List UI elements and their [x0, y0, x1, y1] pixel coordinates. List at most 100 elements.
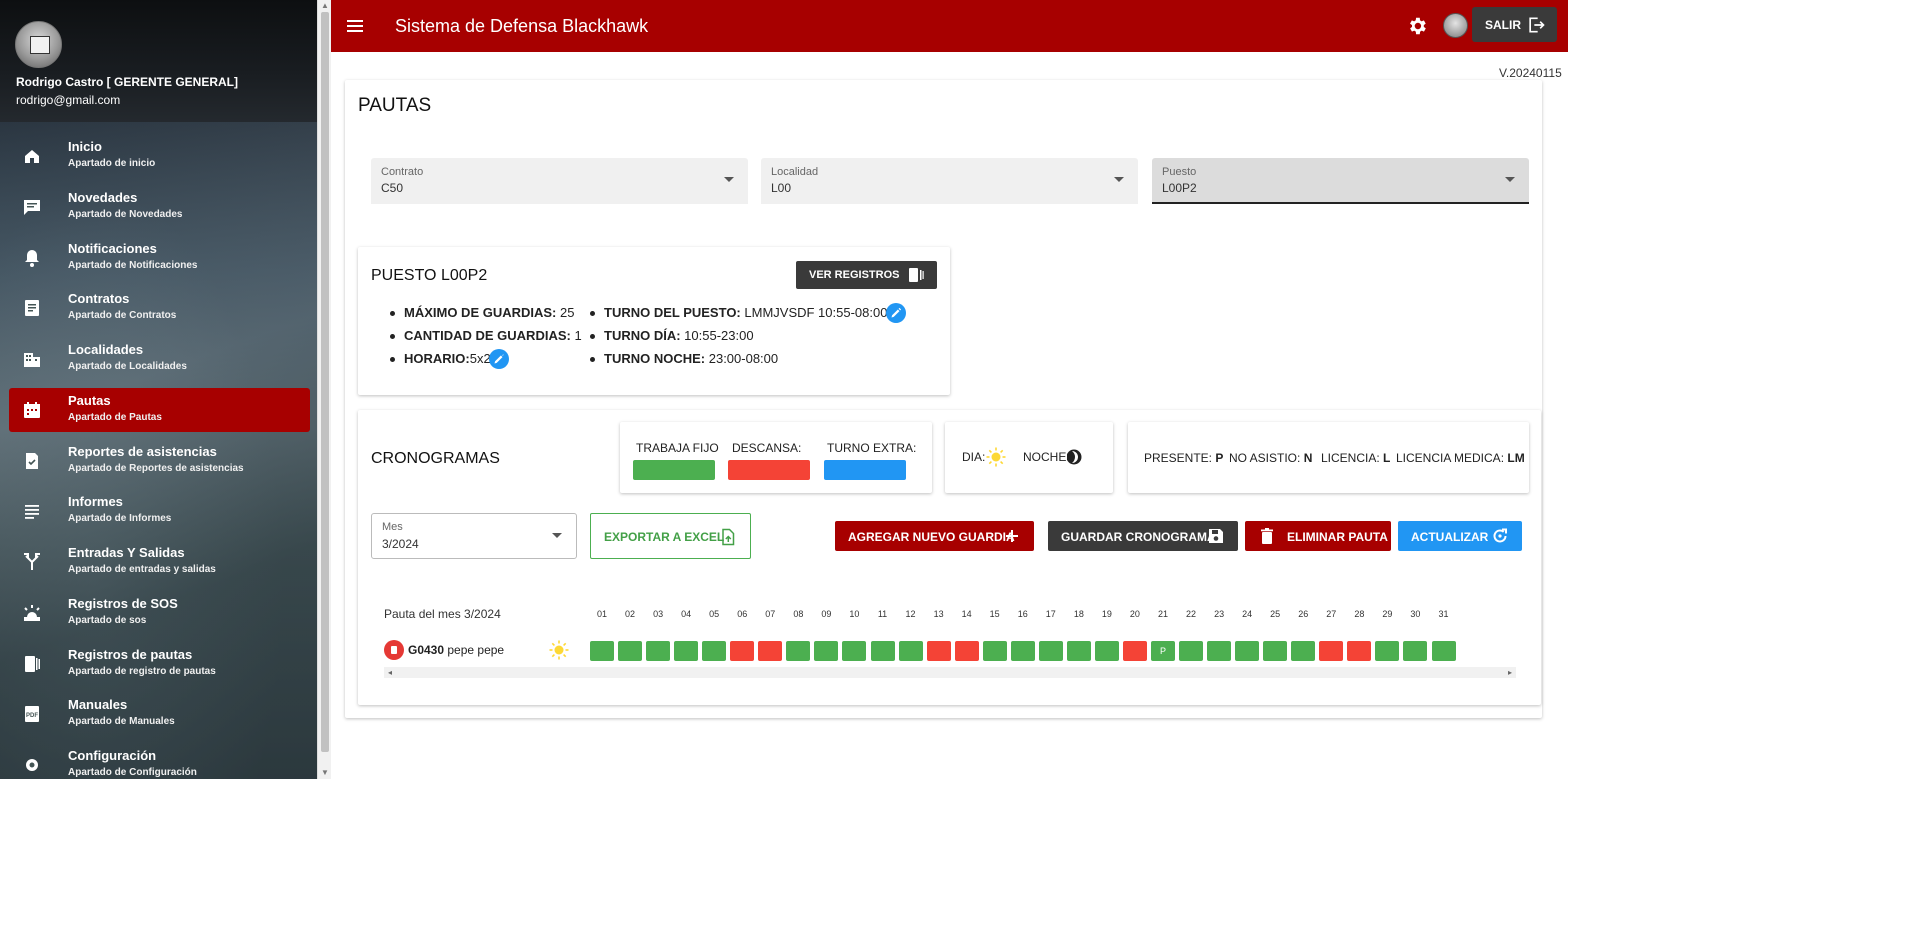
mes-select[interactable]: Mes 3/2024: [371, 513, 577, 559]
scroll-down-icon[interactable]: ▼: [321, 769, 329, 777]
day-number: 15: [989, 609, 1000, 619]
page-title: PAUTAS: [358, 95, 432, 116]
calendar-icon: [24, 401, 40, 418]
agregar-label: AGREGAR NUEVO GUARDIA: [848, 530, 1015, 544]
edit-turno-button[interactable]: [886, 303, 906, 323]
pencil-icon: [494, 354, 504, 364]
schedule-cell[interactable]: [870, 641, 895, 661]
menu-icon[interactable]: [345, 16, 365, 36]
schedule-cell[interactable]: [814, 641, 839, 661]
schedule-cell[interactable]: [982, 641, 1007, 661]
agregar-guardia-button[interactable]: AGREGAR NUEVO GUARDIA: [835, 521, 1034, 551]
color-legend: TRABAJA FIJO DESCANSA: TURNO EXTRA:: [620, 422, 932, 493]
schedule-cell[interactable]: [786, 641, 811, 661]
remove-guard-button[interactable]: [384, 640, 404, 660]
eliminar-pauta-button[interactable]: ELIMINAR PAUTA: [1245, 521, 1391, 551]
user-name: Rodrigo Castro [ GERENTE GENERAL]: [16, 75, 239, 89]
cronogramas-card: CRONOGRAMAS TRABAJA FIJO DESCANSA: TURNO…: [358, 410, 1541, 705]
exportar-excel-button[interactable]: EXPORTAR A EXCEL: [590, 513, 751, 559]
day-number: 25: [1270, 609, 1281, 619]
sidebar-item-notificaciones[interactable]: Notificaciones Apartado de Notificaciones: [9, 236, 310, 280]
schedule-cell[interactable]: [1207, 641, 1232, 661]
legend-fijo-label: TRABAJA FIJO: [636, 441, 719, 455]
logout-button[interactable]: SALIR: [1472, 7, 1557, 42]
schedule-cell[interactable]: [1291, 641, 1316, 661]
localidad-value: L00: [771, 181, 792, 195]
sidebar-scrollbar[interactable]: ▲ ▼: [317, 0, 331, 779]
sidebar-item-manuales[interactable]: PDF Manuales Apartado de Manuales: [9, 692, 310, 736]
sidebar-item-entradas-y-salidas[interactable]: Entradas Y Salidas Apartado de entradas y…: [9, 540, 310, 584]
schedule-cell[interactable]: [674, 641, 699, 661]
schedule-cell[interactable]: [1038, 641, 1063, 661]
sidebar-item-registros-de-sos[interactable]: Registros de SOS Apartado de sos: [9, 591, 310, 635]
sidebar-item-novedades[interactable]: Novedades Apartado de Novedades: [9, 185, 310, 229]
edit-horario-button[interactable]: [489, 349, 509, 369]
save-icon: [1209, 529, 1223, 543]
sidebar-item-pautas[interactable]: Pautas Apartado de Pautas: [9, 387, 310, 432]
gear-icon[interactable]: [1406, 15, 1428, 37]
sidebar-item-contratos[interactable]: Contratos Apartado de Contratos: [9, 286, 310, 330]
schedule-cell[interactable]: [618, 641, 643, 661]
sidebar-item-registros-de-pautas[interactable]: Registros de pautas Apartado de registro …: [9, 642, 310, 686]
file-upload-icon: [722, 528, 735, 546]
schedule-scrollbar[interactable]: ◂ ▸: [384, 667, 1516, 678]
ver-registros-button[interactable]: VER REGISTROS: [796, 261, 937, 289]
scroll-up-icon[interactable]: ▲: [321, 2, 329, 10]
top-avatar[interactable]: [1443, 13, 1468, 38]
sidebar-item-reportes-de-asistencias[interactable]: Reportes de asistencias Apartado de Repor…: [9, 439, 310, 483]
schedule-cell[interactable]: [730, 641, 755, 661]
book-icon: [909, 268, 924, 282]
schedule-cell[interactable]: [1094, 641, 1119, 661]
schedule-cell[interactable]: [702, 641, 727, 661]
schedule-cell[interactable]: [646, 641, 671, 661]
day-number: 27: [1326, 609, 1337, 619]
actualizar-button[interactable]: ACTUALIZAR: [1398, 521, 1522, 551]
localidad-select[interactable]: Localidad L00: [761, 158, 1138, 204]
schedule-cell[interactable]: [1403, 641, 1428, 661]
schedule-cell[interactable]: [1431, 641, 1456, 661]
schedule-cell[interactable]: [954, 641, 979, 661]
document-icon: [25, 300, 39, 317]
day-number: 24: [1242, 609, 1253, 619]
puesto-title: PUESTO L00P2: [371, 267, 488, 284]
schedule-cell[interactable]: [1319, 641, 1344, 661]
turno-dia-value: 10:55-23:00: [684, 328, 754, 343]
schedule-cell[interactable]: [1066, 641, 1091, 661]
contrato-select[interactable]: Contrato C50: [371, 158, 748, 204]
schedule-cell[interactable]: [1010, 641, 1035, 661]
scroll-left-icon[interactable]: ◂: [388, 668, 392, 677]
schedule-cell[interactable]: [758, 641, 783, 661]
schedule-cell[interactable]: [898, 641, 923, 661]
schedule-cell[interactable]: [1375, 641, 1400, 661]
guardar-cronograma-button[interactable]: GUARDAR CRONOGRAMA: [1048, 521, 1238, 551]
sidebar-item-subtitle: Apartado de Reportes de asistencias: [68, 462, 244, 474]
sidebar-item-inicio[interactable]: Inicio Apartado de inicio: [9, 134, 310, 178]
schedule-cell[interactable]: [1263, 641, 1288, 661]
pauta-label: Pauta del mes 3/2024: [384, 607, 501, 621]
schedule-cell[interactable]: P: [1151, 641, 1175, 661]
schedule-cell[interactable]: [1235, 641, 1260, 661]
horario-item: HORARIO:5x2: [390, 351, 491, 366]
scroll-right-icon[interactable]: ▸: [1508, 668, 1512, 677]
sidebar-item-label: Contratos: [68, 291, 130, 307]
day-number: 05: [709, 609, 720, 619]
schedule-cell[interactable]: [842, 641, 867, 661]
sidebar-item-localidades[interactable]: Localidades Apartado de Localidades: [9, 337, 310, 381]
logout-label: SALIR: [1485, 18, 1521, 32]
sidebar-item-subtitle: Apartado de Notificaciones: [68, 259, 198, 271]
schedule-cell[interactable]: [590, 641, 614, 661]
book-icon: [25, 655, 40, 672]
sidebar-item-configuraci-n[interactable]: Configuración Apartado de Configuración: [9, 743, 310, 779]
puesto-select[interactable]: Puesto L00P2: [1152, 158, 1529, 204]
sidebar-item-informes[interactable]: Informes Apartado de Informes: [9, 489, 310, 533]
schedule-cell[interactable]: [1122, 641, 1147, 661]
schedule-cell[interactable]: [926, 641, 951, 661]
schedule-cell[interactable]: [1347, 641, 1372, 661]
sidebar-item-subtitle: Apartado de Pautas: [68, 411, 162, 423]
scroll-thumb[interactable]: [321, 12, 329, 752]
avatar[interactable]: [15, 21, 62, 68]
chevron-down-icon: [724, 177, 734, 182]
licencia-code: L: [1383, 451, 1391, 465]
sidebar-item-subtitle: Apartado de Localidades: [68, 361, 187, 372]
schedule-cell[interactable]: [1179, 641, 1204, 661]
